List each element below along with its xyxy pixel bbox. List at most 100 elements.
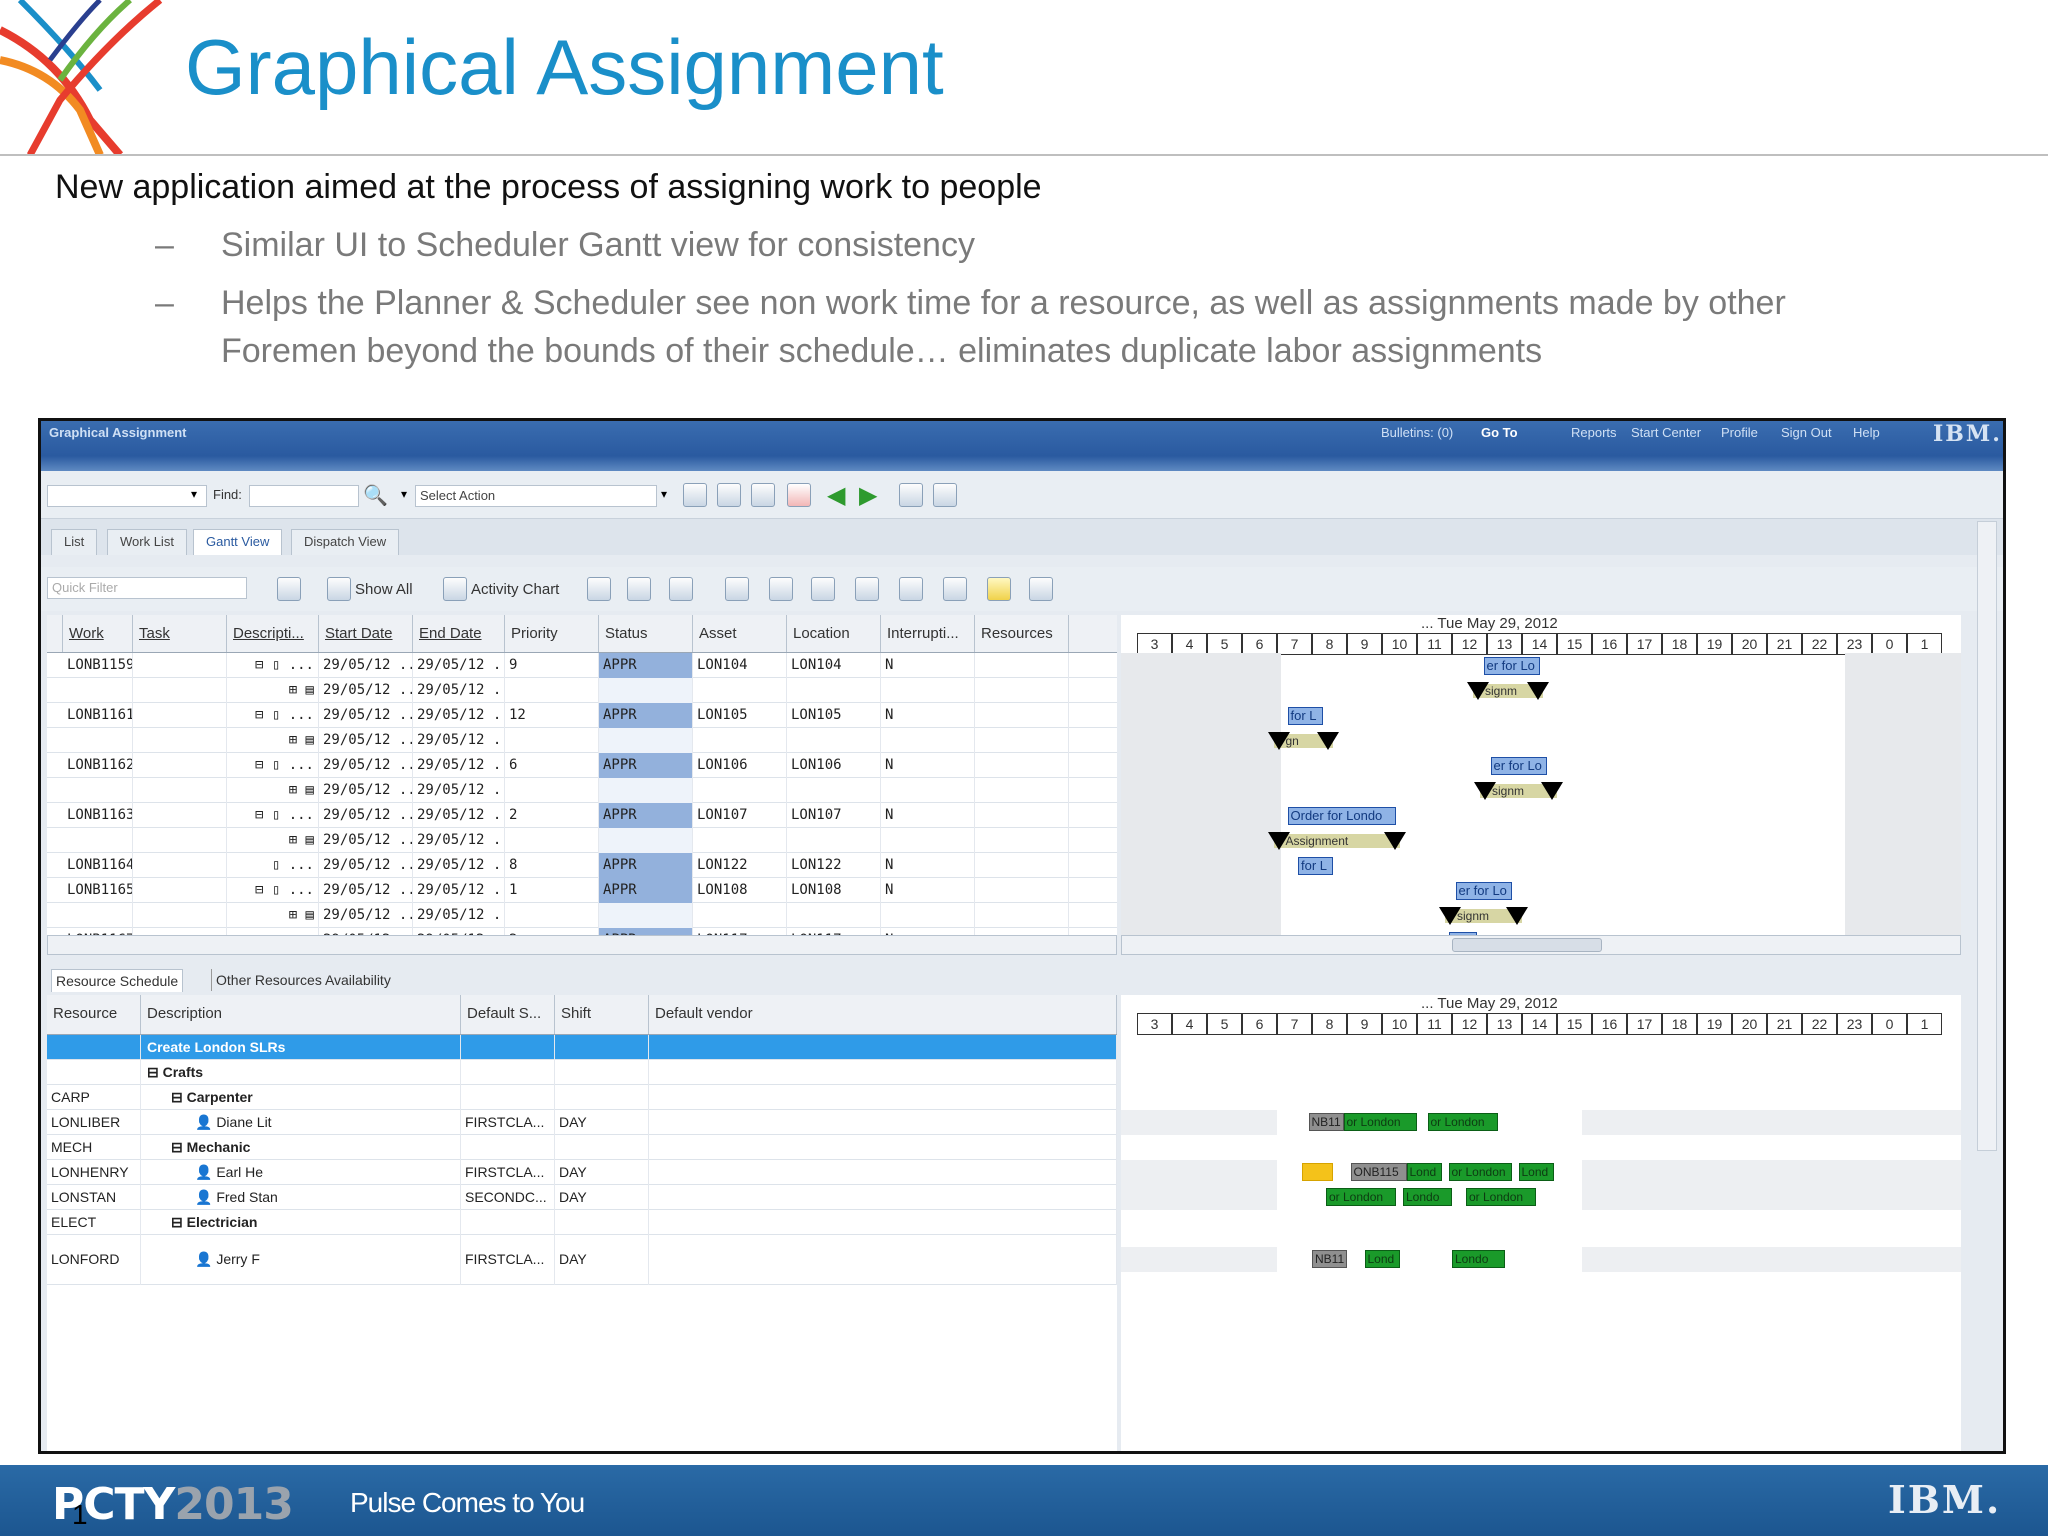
col-default-vendor[interactable]: Default vendor	[649, 995, 1117, 1034]
chevron-down-icon[interactable]: ▾	[191, 487, 197, 501]
tab-list[interactable]: List	[51, 529, 98, 555]
tab-work-list[interactable]: Work List	[107, 529, 187, 555]
resource-row[interactable]: LONLIBER 👤 Diane Lit FIRSTCLA... DAY	[47, 1110, 1117, 1135]
zoom-out-icon[interactable]	[769, 577, 793, 601]
resource-assignment-bar[interactable]: or London	[1448, 1163, 1512, 1181]
resource-row[interactable]: CARP ⊟ Carpenter	[47, 1085, 1117, 1110]
table-row[interactable]: LONB1159⊟ ▯ ...29/05/12 ...29/05/12 ...9…	[47, 653, 1117, 678]
calendar-day-icon[interactable]	[899, 577, 923, 601]
start-center-link[interactable]: Start Center	[1631, 425, 1701, 440]
col-asset[interactable]: Asset	[693, 615, 787, 652]
filter-icon[interactable]	[277, 577, 301, 601]
search-icon[interactable]: 🔍	[363, 483, 388, 508]
highlight-icon[interactable]	[987, 577, 1011, 601]
help-link[interactable]: Help	[1853, 425, 1880, 440]
resource-assignment-bar[interactable]: or London	[1326, 1188, 1396, 1206]
table-row[interactable]: LONB1167⊟ ▯ ...29/05/12 ...29/05/12 ...2…	[47, 928, 1117, 935]
zoom-in-icon[interactable]	[725, 577, 749, 601]
edit-icon[interactable]	[751, 483, 775, 507]
col-resource[interactable]: Resource	[47, 995, 141, 1034]
settings-icon[interactable]	[1029, 577, 1053, 601]
quick-filter-input[interactable]: Quick Filter	[47, 577, 247, 599]
table-row[interactable]: LONB1163⊟ ▯ ...29/05/12 ...29/05/12 ...2…	[47, 803, 1117, 828]
col-description[interactable]: Description	[141, 995, 461, 1034]
col-interruptible[interactable]: Interrupti...	[881, 615, 975, 652]
resource-assignment-bar[interactable]: Londo	[1403, 1188, 1452, 1206]
resource-row[interactable]: LONHENRY 👤 Earl He FIRSTCLA... DAY	[47, 1160, 1117, 1185]
profile-link[interactable]: Profile	[1721, 425, 1758, 440]
work-order-bar[interactable]: Order for Londo	[1287, 807, 1396, 825]
assignment-bar[interactable]: Assignment	[1267, 832, 1406, 852]
assignment-bar[interactable]: signm	[1467, 682, 1549, 702]
col-work[interactable]: Work	[63, 615, 133, 652]
print-icon[interactable]	[587, 577, 611, 601]
tab-gantt-view[interactable]: Gantt View	[193, 529, 283, 555]
activity-chart-button[interactable]: Activity Chart	[443, 575, 559, 603]
resource-assignment-bar[interactable]: or London	[1466, 1188, 1536, 1206]
work-order-bar[interactable]: er for Lo	[1490, 757, 1547, 775]
resource-assignment-bar[interactable]	[1301, 1163, 1333, 1181]
col-location[interactable]: Location	[787, 615, 881, 652]
resource-row[interactable]: LONSTAN 👤 Fred Stan SECONDC... DAY	[47, 1185, 1117, 1210]
col-shift[interactable]: Shift	[555, 995, 649, 1034]
table-row[interactable]: LONB1162⊟ ▯ ...29/05/12 ...29/05/12 ...6…	[47, 753, 1117, 778]
goto-link[interactable]: Go To	[1481, 425, 1518, 440]
col-priority[interactable]: Priority	[505, 615, 599, 652]
grid-icon[interactable]	[933, 483, 957, 507]
refresh-icon[interactable]	[899, 483, 923, 507]
next-arrow-icon[interactable]: ▶	[859, 481, 877, 510]
col-resources[interactable]: Resources	[975, 615, 1069, 652]
col-status[interactable]: Status	[599, 615, 693, 652]
resource-assignment-bar[interactable]: NB11	[1308, 1113, 1344, 1131]
work-order-bar[interactable]: for L	[1298, 857, 1333, 875]
tab-resource-schedule[interactable]: Resource Schedule	[51, 969, 184, 992]
col-end-date[interactable]: End Date	[413, 615, 505, 652]
reports-link[interactable]: Reports	[1571, 425, 1617, 440]
resource-assignment-bar[interactable]: ONB115	[1350, 1163, 1407, 1181]
table-row[interactable]: LONB1161⊟ ▯ ...29/05/12 ...29/05/12 ...1…	[47, 703, 1117, 728]
vertical-scrollbar[interactable]	[1977, 521, 1997, 1151]
col-task[interactable]: Task	[133, 615, 227, 652]
calendar-icon[interactable]	[855, 577, 879, 601]
table-row[interactable]: ⊞ ▤29/05/12 ...29/05/12 ...	[47, 728, 1117, 753]
tab-dispatch-view[interactable]: Dispatch View	[291, 529, 400, 555]
previous-arrow-icon[interactable]: ◀	[827, 481, 845, 510]
table-row[interactable]: ⊞ ▤29/05/12 ...29/05/12 ...	[47, 828, 1117, 853]
resource-assignment-bar[interactable]: or London	[1343, 1113, 1417, 1131]
fit-icon[interactable]	[811, 577, 835, 601]
save-icon[interactable]	[717, 483, 741, 507]
resource-row[interactable]: Create London SLRs	[47, 1035, 1117, 1060]
work-order-bar[interactable]: er for Lo	[1455, 882, 1512, 900]
resource-row[interactable]: ⊟ Crafts	[47, 1060, 1117, 1085]
resource-row[interactable]: ELECT ⊟ Electrician	[47, 1210, 1117, 1235]
resource-assignment-bar[interactable]: or London	[1427, 1113, 1498, 1131]
resource-row[interactable]: MECH ⊟ Mechanic	[47, 1135, 1117, 1160]
resource-assignment-bar[interactable]: Lond	[1406, 1163, 1442, 1181]
assignment-bar[interactable]: signm	[1439, 907, 1528, 927]
resource-assignment-bar[interactable]: Londo	[1452, 1250, 1505, 1268]
col-default-shift[interactable]: Default S...	[461, 995, 555, 1034]
select-action-dropdown[interactable]: Select Action	[415, 485, 657, 507]
find-input[interactable]	[249, 485, 359, 507]
grid-horizontal-scrollbar[interactable]	[47, 935, 1117, 955]
resource-assignment-bar[interactable]: Lond	[1364, 1250, 1400, 1268]
work-order-bar[interactable]: er for Lo	[1483, 657, 1540, 675]
chevron-down-icon[interactable]: ▾	[661, 487, 667, 501]
table-row[interactable]: LONB1165⊟ ▯ ...29/05/12 ...29/05/12 ...1…	[47, 878, 1117, 903]
table-row[interactable]: ⊞ ▤29/05/12 ...29/05/12 ...	[47, 678, 1117, 703]
calendar-week-icon[interactable]	[943, 577, 967, 601]
tab-other-resources[interactable]: Other Resources Availability	[211, 969, 395, 991]
col-start-date[interactable]: Start Date	[319, 615, 413, 652]
assignment-bar[interactable]: signm	[1474, 782, 1563, 802]
resource-assignment-bar[interactable]: Lond	[1518, 1163, 1554, 1181]
work-order-bar[interactable]: for L	[1287, 707, 1323, 725]
record-field[interactable]	[47, 485, 207, 507]
bulletins-link[interactable]: Bulletins: (0)	[1381, 425, 1453, 440]
delete-icon[interactable]	[787, 483, 811, 507]
table-row[interactable]: LONB1164▯ ...29/05/12 ...29/05/12 ...8AP…	[47, 853, 1117, 878]
assignment-bar[interactable]: gn	[1267, 732, 1339, 752]
gantt-scroll-thumb[interactable]	[1452, 938, 1602, 952]
resource-assignment-bar[interactable]: NB11	[1312, 1250, 1347, 1268]
sign-out-link[interactable]: Sign Out	[1781, 425, 1832, 440]
gantt-horizontal-scrollbar[interactable]	[1121, 935, 1961, 955]
